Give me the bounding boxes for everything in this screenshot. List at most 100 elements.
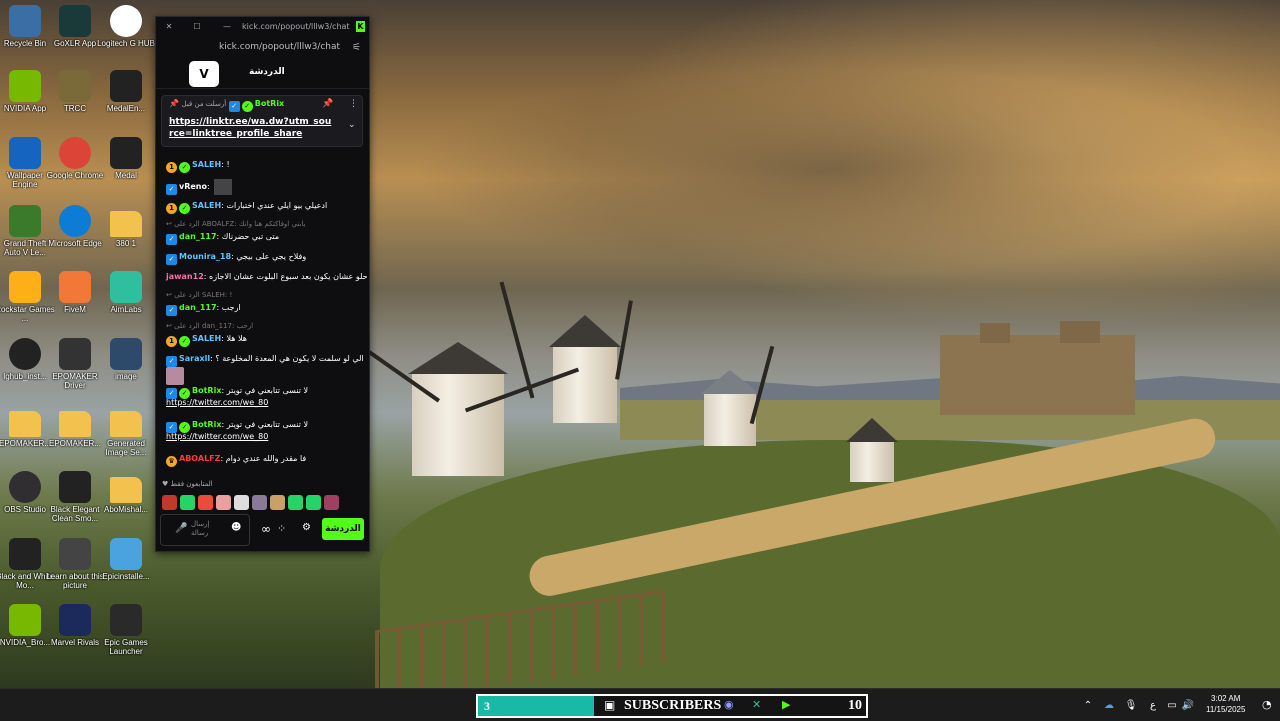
chat-username[interactable]: ABOALFZ bbox=[179, 454, 220, 463]
chat-message-link[interactable]: https://twitter.com/we_80 bbox=[166, 397, 268, 408]
emote-icon[interactable] bbox=[180, 495, 195, 510]
chat-message[interactable]: 1 ✓ SALEH: ! bbox=[166, 159, 230, 173]
pinned-sender: BotRix bbox=[254, 99, 285, 108]
more-options-icon[interactable]: ⋮ bbox=[349, 99, 358, 109]
chat-username[interactable]: dan_117 bbox=[179, 232, 217, 241]
chat-username[interactable]: BotRix bbox=[192, 386, 221, 395]
maximize-icon[interactable]: ☐ bbox=[182, 22, 212, 31]
chat-username[interactable]: SALEH bbox=[192, 334, 221, 343]
desktop-icon[interactable]: Medal bbox=[96, 137, 156, 180]
chat-message-text: هلا هلا bbox=[226, 334, 247, 343]
notification-icon[interactable]: ◔ bbox=[1262, 698, 1272, 711]
chat-message[interactable]: ✓ vReno: bbox=[166, 179, 233, 195]
volume-icon[interactable]: 🔊 bbox=[1180, 700, 1196, 711]
desktop-icon[interactable]: 380 1 bbox=[96, 205, 156, 248]
kick-chat-popout-window[interactable]: ✕ ☐ — kick.com/popout/lllw3/chat... K ki… bbox=[155, 16, 370, 552]
address-bar[interactable]: kick.com/popout/lllw3/chat ⚟ bbox=[156, 36, 369, 58]
onedrive-icon[interactable]: ☁ bbox=[1098, 700, 1120, 711]
chat-username[interactable]: dan_117 bbox=[179, 303, 217, 312]
desktop-icon-label: AboMishal... bbox=[103, 505, 149, 514]
chat-message[interactable]: 1 ✓ SALEH: هلا هلا bbox=[166, 333, 247, 347]
desktop-icon[interactable]: Epicinstalle... bbox=[96, 538, 156, 581]
chat-message[interactable]: ✓ Saraxll: الي لو سلمت لا يكون هي المعدة … bbox=[166, 353, 364, 367]
desktop-icon[interactable]: AboMishal... bbox=[96, 471, 156, 514]
rockstar-icon bbox=[9, 271, 41, 303]
fivem-icon bbox=[59, 271, 91, 303]
desktop-icon-label: Logitech G HUB bbox=[97, 39, 155, 48]
chat-message-link[interactable]: https://twitter.com/we_80 bbox=[166, 431, 268, 442]
chat-username[interactable]: jawan12 bbox=[166, 272, 204, 281]
channel-logo[interactable]: V bbox=[189, 61, 219, 87]
folder-icon bbox=[9, 411, 41, 437]
emote-picker-icon[interactable]: ⁘ bbox=[277, 522, 286, 535]
gear-icon[interactable]: ⚙ bbox=[302, 522, 311, 533]
desktop-icon[interactable]: Logitech G HUB bbox=[96, 5, 156, 48]
system-clock[interactable]: 3:02 AM 11/15/2025 bbox=[1206, 693, 1245, 715]
chevron-down-icon[interactable]: ⌄ bbox=[348, 120, 356, 130]
chat-message[interactable]: jawan12: حلو عشان يكون بعد سبوع البلوت ع… bbox=[166, 271, 368, 282]
chrome-icon bbox=[59, 137, 91, 169]
close-icon[interactable]: ✕ bbox=[156, 22, 182, 31]
video-file-icon bbox=[59, 471, 91, 503]
chat-message-text: لا تنسى تتابعني في تويتر bbox=[226, 386, 309, 395]
emote-icon[interactable] bbox=[270, 495, 285, 510]
reply-text: الرد على SALEH: ! bbox=[174, 291, 233, 299]
chat-username[interactable]: vReno bbox=[179, 182, 207, 191]
chat-message[interactable]: ✓ Mounira_18: وفلاح يجي على بيجي bbox=[166, 251, 306, 265]
emote-icon[interactable] bbox=[216, 495, 231, 510]
desktop-icon[interactable]: AimLabs bbox=[96, 271, 156, 314]
goxlr-icon[interactable]: ✕ bbox=[752, 698, 761, 711]
infinity-icon[interactable]: ∞ bbox=[261, 522, 271, 536]
emote-icon[interactable] bbox=[306, 495, 321, 510]
chat-username[interactable]: BotRix bbox=[192, 420, 221, 429]
emote-icon[interactable] bbox=[288, 495, 303, 510]
reply-reference[interactable]: ↩ الرد على dan_117: ارحب bbox=[166, 322, 253, 330]
chat-message[interactable]: ✓ dan_117: متى تبي حضرناك bbox=[166, 231, 279, 245]
chat-username[interactable]: SALEH bbox=[192, 160, 221, 169]
desktop-icon[interactable]: Epic Games Launcher bbox=[96, 604, 156, 656]
microphone-icon[interactable]: 🎤 bbox=[175, 523, 187, 534]
minimize-icon[interactable]: — bbox=[212, 22, 242, 31]
emote-icon[interactable] bbox=[198, 495, 213, 510]
chat-username[interactable]: Saraxll bbox=[179, 354, 210, 363]
desktop-icon[interactable]: MedalEn... bbox=[96, 70, 156, 113]
emote-icon[interactable] bbox=[234, 495, 249, 510]
reply-text: الرد على dan_117: ارحب bbox=[174, 322, 254, 330]
chat-message[interactable]: 1 ✓ SALEH: ادعيلي بيو ايلي عندي اختبارات bbox=[166, 200, 327, 214]
subscriber-badge-icon: 1 bbox=[166, 162, 177, 173]
desktop-icon-label: Epic Games Launcher bbox=[104, 638, 148, 656]
chevron-up-icon[interactable]: ⌃ bbox=[1078, 700, 1098, 711]
chat-username[interactable]: Mounira_18 bbox=[179, 252, 231, 261]
emote-icon[interactable] bbox=[252, 495, 267, 510]
subscriber-badge-icon: 1 bbox=[166, 203, 177, 214]
chat-title-bar: ✕ ☐ — kick.com/popout/lllw3/chat... K bbox=[156, 17, 369, 36]
pin-icon[interactable]: 📌 bbox=[322, 99, 333, 109]
colon-separator: : bbox=[207, 182, 213, 191]
pinned-message[interactable]: 📌 أرسلت من قبل ✓ ✓ BotRix 📌 ⋮ https://link… bbox=[161, 95, 363, 147]
discord-icon[interactable]: ◉ bbox=[724, 698, 734, 711]
chat-message[interactable]: ♛ ABOALFZ: فا مقدر والله عندي دوام bbox=[166, 453, 306, 467]
wallpaper-cloud bbox=[380, 60, 1280, 280]
installer-icon bbox=[110, 538, 142, 570]
microphone-icon[interactable]: 🎙 bbox=[1120, 700, 1142, 711]
folder-icon bbox=[110, 477, 142, 503]
subscriber-goal-target: 10 bbox=[848, 698, 862, 713]
chat-message[interactable]: ✓ dan_117: ارجب bbox=[166, 302, 241, 316]
settings-sliders-icon[interactable]: ⚟ bbox=[352, 42, 361, 53]
emoji-icon[interactable]: ☻ bbox=[231, 522, 241, 533]
desktop-icon[interactable]: image bbox=[96, 338, 156, 381]
desktop-icon[interactable]: Generated Image Se... bbox=[96, 405, 156, 457]
input-language[interactable]: ع bbox=[1142, 700, 1164, 711]
pinned-link[interactable]: https://linktr.ee/wa.dw?utm_source=linkt… bbox=[169, 116, 334, 140]
send-chat-button[interactable]: الدردشة bbox=[322, 518, 364, 540]
emote-icon[interactable] bbox=[162, 495, 177, 510]
reply-reference[interactable]: ↩ الرد على ABOALFZ: يابني اوفاكتكم هنا و… bbox=[166, 220, 305, 228]
reply-reference[interactable]: ↩ الرد على SALEH: ! bbox=[166, 291, 232, 299]
emote-icon[interactable] bbox=[324, 495, 339, 510]
wallpaper-windmill bbox=[549, 315, 621, 423]
display-icon[interactable]: ▭ bbox=[1164, 700, 1180, 711]
chat-message-text: حلو عشان يكون بعد سبوع البلوت عشان الاجا… bbox=[209, 272, 368, 281]
chat-input[interactable]: 🎤 إرسال رسالة ☻ bbox=[160, 514, 250, 546]
play-icon[interactable]: ▶ bbox=[782, 698, 790, 711]
chat-username[interactable]: SALEH bbox=[192, 201, 221, 210]
